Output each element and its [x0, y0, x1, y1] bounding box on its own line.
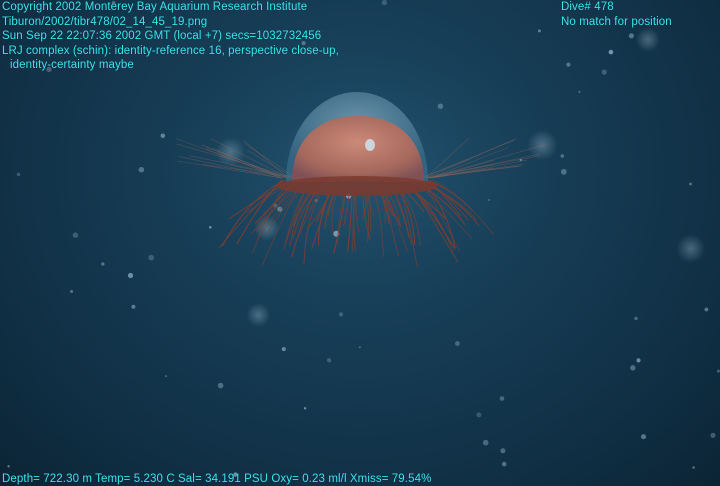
snow-particle — [499, 396, 505, 401]
snow-particle — [281, 347, 286, 352]
snow-particle — [710, 432, 716, 438]
snow-particle — [628, 33, 635, 39]
snow-particle — [209, 226, 212, 229]
snow-particle — [537, 29, 541, 33]
certainty-line: identity-certainty maybe — [10, 59, 134, 71]
snow-particle — [601, 69, 607, 75]
snow-particle — [217, 382, 224, 389]
snow-particle — [500, 448, 506, 454]
snow-particle — [358, 346, 361, 349]
snow-particle — [692, 466, 695, 469]
snow-particle — [381, 0, 388, 6]
snow-particle — [165, 375, 168, 378]
snow-particle — [641, 434, 646, 440]
copyright-line: Copyright 2002 Monterey Bay Aquarium Res… — [2, 1, 308, 13]
snow-particle — [16, 172, 21, 177]
snow-particle — [630, 365, 636, 371]
snow-particle — [636, 358, 641, 363]
snow-particle — [131, 304, 136, 309]
snow-particle — [246, 303, 271, 327]
snow-particle — [101, 262, 105, 266]
snow-particle — [501, 461, 507, 467]
snow-particle — [72, 232, 79, 238]
snow-particle — [437, 103, 444, 109]
snow-particle — [676, 234, 706, 263]
dive-number: Dive# 478 — [561, 1, 614, 13]
metadata-top-left: Copyright 2002 Monterey Bay Aquarium Res… — [2, 0, 339, 73]
jellyfish-scene — [7, 0, 720, 477]
snow-particle — [138, 166, 145, 173]
jellyfish-highlight — [365, 139, 375, 151]
annotation-line: LRJ complex (schin): identity-reference … — [2, 44, 339, 57]
snow-particle — [70, 290, 74, 293]
snow-particle — [476, 412, 482, 418]
snow-particle — [127, 272, 134, 279]
timestamp-line: Sun Sep 22 22:07:36 2002 GMT (local +7) … — [2, 30, 322, 42]
snow-particle — [689, 182, 692, 186]
sensor-readout: Depth= 722.30 m Temp= 5.230 C Sal= 34.19… — [2, 473, 432, 485]
snow-particle — [455, 341, 460, 346]
image-path-line: Tiburon/2002/tibr478/02_14_45_19.png — [2, 15, 208, 28]
snow-particle — [7, 465, 10, 468]
snow-particle — [148, 254, 154, 261]
snow-particle — [608, 49, 614, 55]
snow-particle — [566, 62, 571, 67]
snow-particle — [303, 407, 307, 410]
snow-particle — [482, 439, 489, 446]
snow-particle — [560, 168, 567, 175]
snow-particle — [635, 27, 661, 52]
snow-particle — [578, 90, 581, 93]
snow-particle — [634, 316, 638, 321]
snow-particle — [560, 154, 564, 158]
metadata-top-right: Dive# 478 No match for position — [561, 0, 672, 29]
snow-particle — [326, 358, 332, 363]
snow-particle — [160, 133, 166, 139]
jellyfish-margin — [277, 176, 437, 196]
snow-particle — [704, 307, 709, 312]
snow-particle — [488, 199, 490, 201]
position-status: No match for position — [561, 15, 672, 28]
snow-particle — [338, 312, 344, 317]
underwater-photo-frame: Copyright 2002 Monterey Bay Aquarium Res… — [0, 0, 720, 486]
